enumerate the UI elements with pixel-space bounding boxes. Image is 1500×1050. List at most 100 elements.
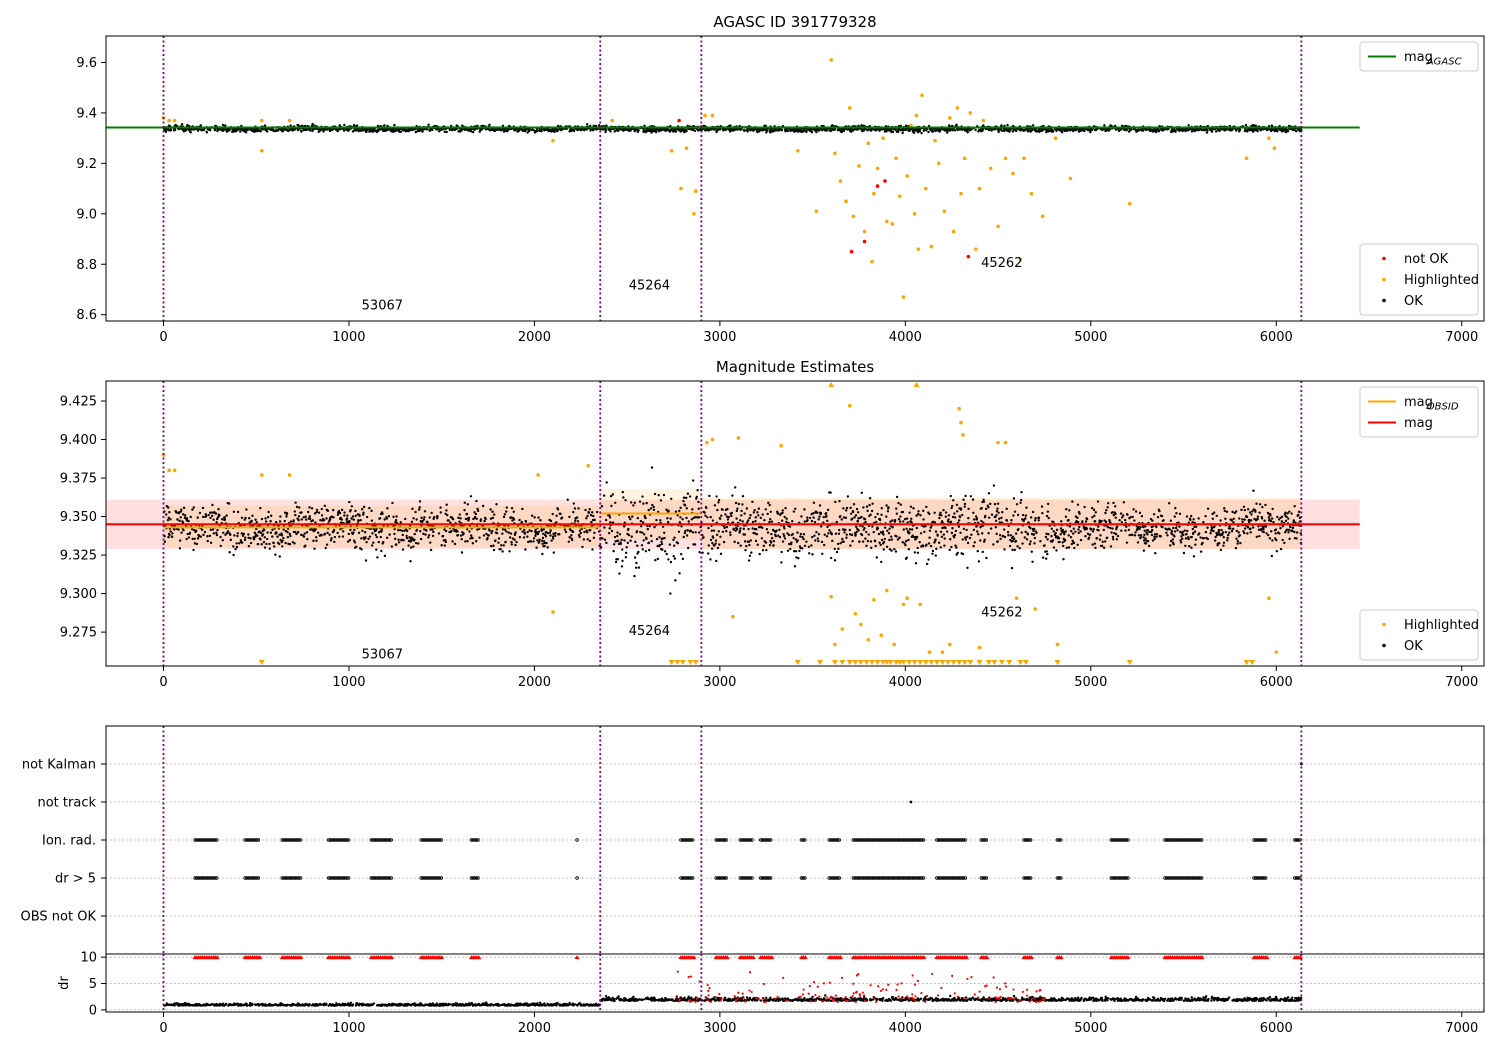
data-point — [297, 518, 300, 522]
data-point — [857, 529, 860, 532]
data-point — [780, 561, 783, 564]
data-point — [542, 528, 545, 531]
data-point — [167, 118, 171, 123]
data-point — [281, 545, 284, 548]
data-point — [746, 130, 749, 133]
data-point — [950, 504, 954, 508]
data-point — [1094, 546, 1097, 550]
data-point — [979, 539, 982, 542]
data-point — [280, 534, 284, 537]
data-point — [714, 542, 717, 545]
data-point — [441, 534, 445, 538]
data-point — [959, 191, 963, 196]
data-point — [637, 550, 640, 554]
data-point — [967, 507, 970, 511]
data-point — [422, 532, 425, 536]
data-point — [574, 519, 577, 522]
data-point — [182, 529, 185, 532]
data-point — [459, 517, 462, 520]
data-point — [526, 530, 529, 534]
data-point — [857, 164, 861, 168]
data-point — [515, 540, 518, 544]
data-point — [644, 516, 647, 520]
data-point — [273, 545, 276, 548]
data-point — [682, 535, 685, 539]
data-point — [910, 517, 913, 520]
data-point — [1016, 513, 1020, 517]
data-point — [412, 545, 415, 548]
y-tick-label: 9.6 — [76, 56, 97, 71]
data-point — [914, 562, 918, 565]
data-point — [400, 529, 404, 532]
data-point — [427, 536, 430, 539]
data-point — [1238, 128, 1242, 131]
data-point — [823, 533, 826, 536]
data-point — [869, 540, 873, 543]
obsid-boundaries — [162, 36, 1303, 321]
data-point — [289, 520, 293, 523]
data-point — [354, 514, 357, 518]
data-point — [923, 186, 928, 191]
data-point — [212, 532, 216, 535]
data-point — [977, 533, 980, 536]
data-point — [828, 529, 831, 532]
data-point — [908, 511, 911, 514]
data-point — [1051, 130, 1055, 133]
data-point — [429, 548, 433, 552]
data-point — [824, 512, 828, 515]
data-point — [395, 543, 398, 546]
data-point — [971, 498, 975, 501]
data-point — [931, 552, 934, 555]
data-point — [648, 524, 651, 528]
data-point — [410, 539, 413, 542]
data-point — [425, 128, 429, 131]
data-point — [755, 528, 758, 531]
data-point — [427, 123, 430, 126]
data-point — [634, 540, 637, 544]
data-point — [807, 552, 811, 555]
data-point — [902, 528, 905, 531]
data-point — [585, 123, 589, 126]
data-point — [308, 129, 312, 132]
data-point — [585, 531, 589, 534]
data-point — [880, 507, 883, 510]
y-tick-label: 9.4 — [76, 106, 97, 121]
data-point — [637, 566, 641, 569]
data-point — [940, 535, 944, 538]
data-point — [1064, 530, 1067, 533]
data-point — [325, 543, 329, 546]
data-point — [747, 527, 750, 531]
data-point — [657, 493, 660, 497]
data-point — [1045, 514, 1049, 518]
data-point — [209, 128, 212, 132]
data-point — [696, 489, 699, 492]
data-point — [626, 541, 630, 545]
data-point — [927, 558, 930, 561]
data-point — [462, 532, 465, 535]
data-point — [1059, 527, 1063, 530]
data-point — [429, 541, 432, 544]
data-point — [601, 537, 604, 540]
data-point — [813, 521, 817, 524]
data-point — [523, 528, 526, 532]
data-point — [854, 533, 857, 536]
data-point — [190, 528, 194, 531]
data-point — [1021, 513, 1025, 517]
x-tick-label: 4000 — [889, 330, 922, 345]
data-point — [629, 501, 633, 504]
data-point — [697, 516, 701, 519]
data-point — [619, 542, 623, 546]
data-point — [191, 508, 194, 511]
data-point — [1013, 510, 1017, 513]
data-point — [713, 544, 716, 547]
data-point — [692, 212, 696, 216]
data-point — [616, 531, 619, 534]
data-point — [183, 514, 187, 517]
data-point — [1205, 131, 1209, 134]
data-point — [885, 515, 888, 518]
data-point — [919, 532, 923, 535]
data-point — [957, 525, 961, 528]
data-point — [764, 541, 768, 544]
data-point — [576, 520, 580, 523]
data-point — [886, 510, 890, 513]
